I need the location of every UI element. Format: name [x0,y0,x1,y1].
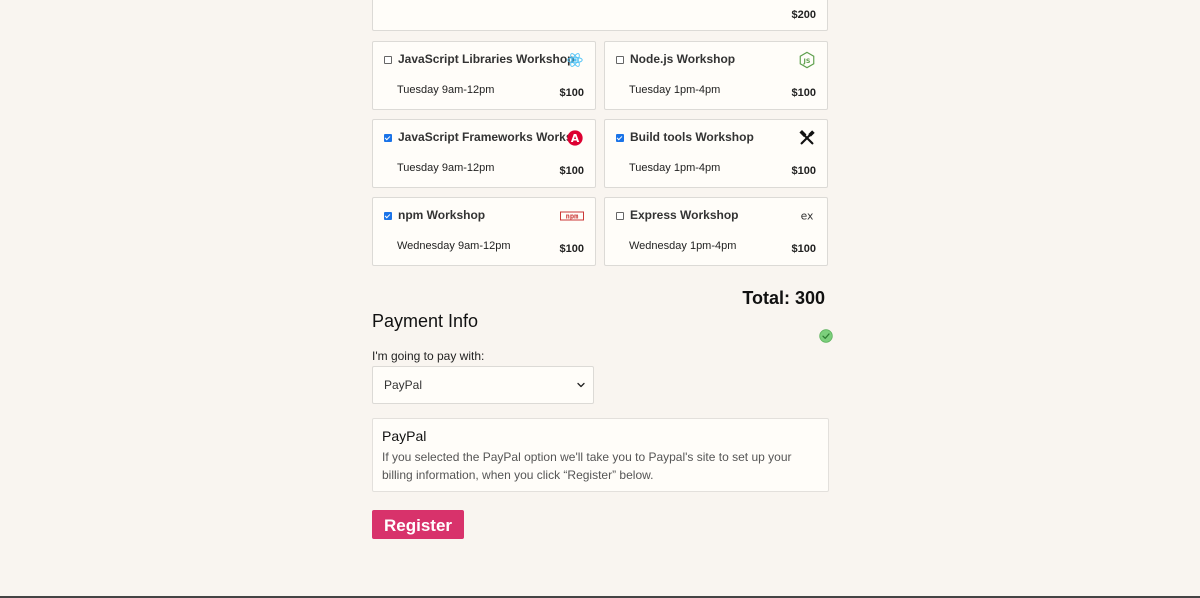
paypal-info-text: If you selected the PayPal option we'll … [382,450,792,482]
paypal-info-box: PayPal If you selected the PayPal option… [372,418,829,492]
chevron-down-icon [577,382,585,388]
payment-info-heading: Payment Info [372,311,479,331]
register-button[interactable]: Register [372,510,464,539]
svg-text:ex: ex [801,210,814,223]
workshop-price: $100 [791,87,816,99]
workshop-card-build-tools[interactable]: Build tools Workshop Tuesday 1pm-4pm $10… [604,119,828,188]
workshop-title: JavaScript Frameworks Workshop [398,130,573,144]
workshop-time: Tuesday 9am-12pm [397,162,495,174]
payment-method-select[interactable]: PayPal [372,366,594,404]
workshop-card-nodejs[interactable]: Node.js Workshop JS Tuesday 1pm-4pm $100 [604,41,828,110]
workshop-time: Tuesday 1pm-4pm [629,162,721,174]
workshop-checkbox[interactable] [616,212,624,220]
workshop-checkbox[interactable] [384,56,392,64]
svg-text:npm: npm [566,213,579,221]
workshop-checkbox[interactable] [384,212,392,220]
workshop-card-npm[interactable]: npm Workshop npm Wednesday 9am-12pm $100 [372,197,596,266]
payment-method-value: PayPal [384,378,423,392]
workshop-title: npm Workshop [398,208,486,222]
paypal-info-title: PayPal [382,428,427,444]
workshop-price: $100 [559,165,584,177]
workshop-price: $100 [559,87,584,99]
workshop-time: Tuesday 1pm-4pm [629,84,721,96]
angular-icon: A [567,130,583,146]
workshop-card-top[interactable]: $200 [372,0,828,31]
workshop-checkbox[interactable] [616,134,624,142]
tools-icon [799,129,815,145]
registration-page: $200 JavaScript Libraries Workshop Tuesd… [0,0,1200,598]
svg-text:A: A [571,132,580,145]
workshop-title: JavaScript Libraries Workshop [398,52,575,66]
workshop-checkbox[interactable] [384,134,392,142]
workshop-card-js-frameworks[interactable]: JavaScript Frameworks Workshop A Tuesday… [372,119,596,188]
workshop-title: Express Workshop [630,208,739,222]
workshop-title: Build tools Workshop [630,130,754,144]
workshop-price: $100 [559,243,584,255]
workshop-card-js-libraries[interactable]: JavaScript Libraries Workshop Tuesday 9a… [372,41,596,110]
workshop-time: Tuesday 9am-12pm [397,84,495,96]
workshop-checkbox[interactable] [616,56,624,64]
workshop-price: $100 [791,243,816,255]
nodejs-icon: JS [799,51,815,69]
workshop-time: Wednesday 9am-12pm [397,240,511,252]
total-cost: Total: 300 [742,288,825,308]
payment-method-label: I'm going to pay with: [372,349,485,363]
react-icon [567,53,583,67]
express-icon: ex [801,210,814,223]
workshop-card-express[interactable]: Express Workshop ex Wednesday 1pm-4pm $1… [604,197,828,266]
workshop-title: Node.js Workshop [630,52,736,66]
workshop-time: Wednesday 1pm-4pm [629,240,737,252]
workshop-price: $200 [791,9,816,21]
valid-check-icon [819,329,833,343]
svg-text:JS: JS [803,58,811,65]
workshop-price: $100 [791,165,816,177]
npm-icon: npm [560,211,584,221]
